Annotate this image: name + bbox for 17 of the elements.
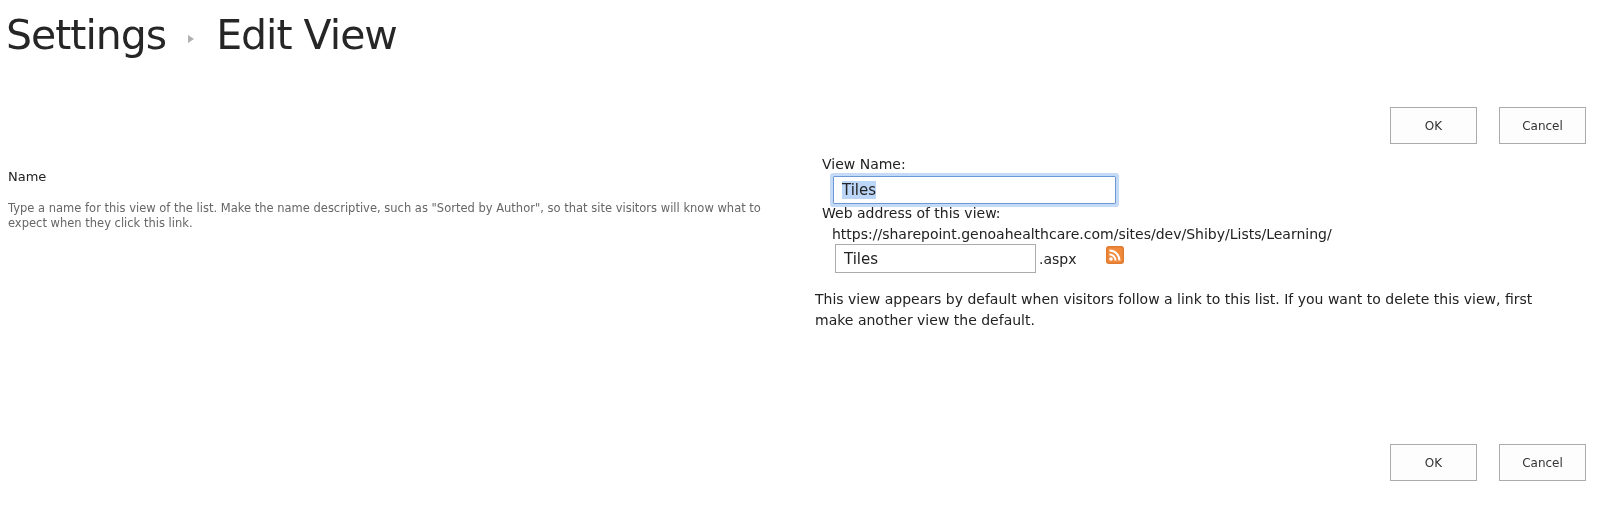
ok-button[interactable]: OK <box>1390 444 1477 481</box>
ok-button[interactable]: OK <box>1390 107 1477 144</box>
field-label: View Name: <box>822 156 906 172</box>
breadcrumb-link[interactable]: Settings <box>6 11 167 59</box>
field-label: Web address of this view: <box>822 205 1001 221</box>
cancel-button[interactable]: Cancel <box>1499 107 1586 144</box>
cancel-button[interactable]: Cancel <box>1499 444 1586 481</box>
page-name-field[interactable]: Tiles <box>835 244 1036 273</box>
page-title: Edit View <box>216 11 397 59</box>
breadcrumb-arrow-icon <box>188 35 195 43</box>
view-name-field[interactable]: Tiles <box>833 176 1116 204</box>
rss-feed-icon[interactable] <box>1105 245 1124 264</box>
section-description: Type a name for this view of the list. Make the name descriptive, such as "Sorted by Author", so that site visitors will know what to expect when they click this link. <box>8 201 762 231</box>
info-text: This view appears by default when visitors follow a link to this list. If you want to delete this view, first make another view the default. <box>815 290 1534 330</box>
section-title: Name <box>8 169 48 184</box>
url-text: https://sharepoint.genoahealthcare.com/sites/dev/Shiby/Lists/Learning/ <box>832 226 1332 242</box>
file-extension: .aspx <box>1039 250 1077 267</box>
